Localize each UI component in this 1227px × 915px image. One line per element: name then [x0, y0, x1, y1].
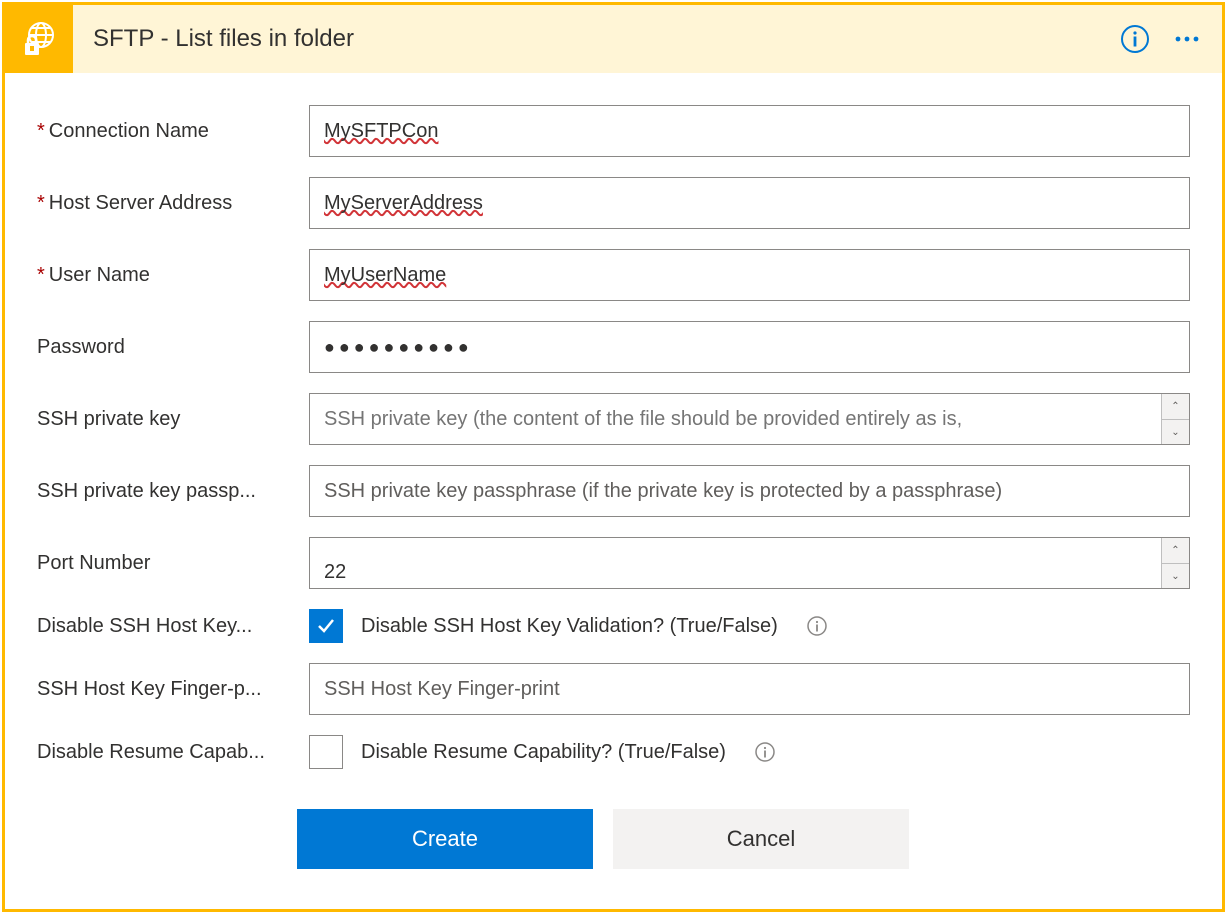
info-icon[interactable] — [1120, 24, 1150, 54]
card-header: SFTP - List files in folder — [5, 5, 1222, 73]
ssh-key-field[interactable] — [310, 394, 1161, 444]
port-input[interactable]: 22 ⌃ ⌄ — [309, 537, 1190, 589]
disable-resume-text: Disable Resume Capability? (True/False) — [361, 741, 726, 764]
disable-resume-checkbox[interactable] — [309, 735, 343, 769]
disable-host-key-info-icon[interactable] — [806, 615, 828, 637]
ssh-key-label: SSH private key — [37, 408, 309, 431]
disable-host-key-label: Disable SSH Host Key... — [37, 615, 309, 638]
password-input[interactable]: ●●●●●●●●●● — [309, 321, 1190, 373]
user-name-label: *User Name — [37, 264, 309, 287]
create-button[interactable]: Create — [297, 809, 593, 869]
more-icon[interactable] — [1172, 24, 1202, 54]
password-label: Password — [37, 336, 309, 359]
disable-host-key-text: Disable SSH Host Key Validation? (True/F… — [361, 615, 778, 638]
fingerprint-label: SSH Host Key Finger-p... — [37, 678, 309, 701]
ssh-key-down-icon[interactable]: ⌄ — [1162, 419, 1189, 444]
disable-resume-info-icon[interactable] — [754, 741, 776, 763]
port-label: Port Number — [37, 552, 309, 575]
cancel-button[interactable]: Cancel — [613, 809, 909, 869]
form-body: *Connection Name MySFTPCon *Host Server … — [5, 73, 1222, 909]
port-field[interactable]: 22 — [310, 538, 1161, 588]
sftp-connector-icon — [5, 5, 73, 73]
ssh-passphrase-label: SSH private key passp... — [37, 480, 309, 503]
ssh-key-input[interactable]: ⌃ ⌄ — [309, 393, 1190, 445]
port-up-icon[interactable]: ⌃ — [1162, 538, 1189, 563]
disable-resume-label: Disable Resume Capab... — [37, 741, 309, 764]
ssh-passphrase-input[interactable] — [309, 465, 1190, 517]
port-down-icon[interactable]: ⌄ — [1162, 563, 1189, 588]
card-title: SFTP - List files in folder — [73, 25, 1120, 53]
host-input[interactable]: MyServerAddress — [309, 177, 1190, 229]
ssh-key-up-icon[interactable]: ⌃ — [1162, 394, 1189, 419]
host-label: *Host Server Address — [37, 192, 309, 215]
fingerprint-input[interactable] — [309, 663, 1190, 715]
sftp-connection-card: SFTP - List files in folder *Connection … — [2, 2, 1225, 912]
connection-name-label: *Connection Name — [37, 120, 309, 143]
disable-host-key-checkbox[interactable] — [309, 609, 343, 643]
user-name-input[interactable]: MyUserName — [309, 249, 1190, 301]
connection-name-input[interactable]: MySFTPCon — [309, 105, 1190, 157]
